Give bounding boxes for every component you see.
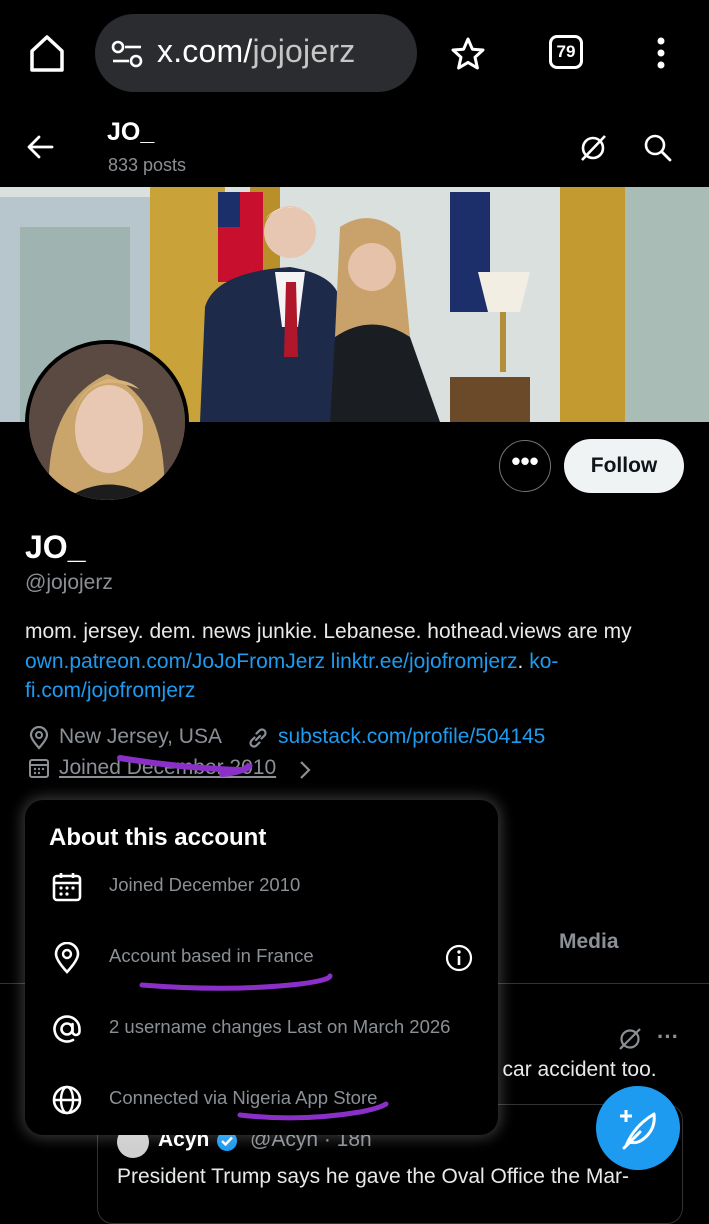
bookmark-star-button[interactable] [450, 36, 486, 72]
profile-bio: mom. jersey. dem. news junkie. Lebanese.… [25, 617, 685, 706]
grok-icon[interactable] [617, 1026, 643, 1052]
link-icon [246, 726, 270, 750]
header-title: JO_ [107, 118, 155, 146]
about-joined-text: Joined December 2010 [109, 874, 301, 895]
profile-website-link[interactable]: substack.com/profile/504145 [278, 725, 545, 749]
star-icon [451, 37, 485, 70]
compose-feather-icon [620, 1110, 656, 1150]
about-row-joined: Joined December 2010 [25, 857, 498, 917]
url-domain: x.com/ [157, 33, 253, 69]
about-connected-via-text: Connected via Nigeria App Store [109, 1087, 378, 1108]
post-count: 833 posts [108, 155, 187, 175]
home-button[interactable] [26, 32, 68, 74]
menu-dots-icon [657, 37, 665, 69]
popup-title: About this account [49, 824, 267, 851]
grok-icon [581, 135, 606, 161]
about-row-connected-via: Connected via Nigeria App Store [25, 1070, 498, 1130]
location-icon [28, 725, 50, 750]
profile-name: JO_ [25, 529, 86, 565]
search-icon [644, 134, 672, 162]
tweet-more-button[interactable]: ··· [657, 1024, 679, 1050]
home-icon [30, 35, 64, 72]
compose-post-button[interactable] [596, 1086, 680, 1170]
profile-avatar[interactable] [25, 340, 189, 504]
bio-dot: . [517, 649, 530, 673]
chevron-right-icon[interactable] [298, 760, 312, 780]
more-options-button[interactable]: ••• [499, 440, 551, 492]
quote-text: President Trump says he gave the Oval Of… [117, 1165, 630, 1188]
grok-button[interactable] [578, 133, 608, 163]
bio-text: mom. jersey. dem. news junkie. Lebanese.… [25, 620, 632, 643]
back-arrow-icon [27, 135, 54, 159]
bio-link-linktree[interactable]: linktr.ee/jojofromjerz [331, 650, 518, 673]
about-account-popup: About this account Joined December 2010 … [25, 800, 498, 1135]
location-icon [54, 942, 80, 974]
site-settings-icon[interactable] [111, 40, 143, 68]
tab-media[interactable]: Media [559, 930, 619, 954]
bio-link-patreon[interactable]: own.patreon.com/JoJoFromJerz [25, 650, 325, 673]
follow-button[interactable]: Follow [564, 439, 684, 493]
profile-joined-link[interactable]: Joined December 2010 [59, 756, 276, 780]
about-location-text: Account based in France [109, 945, 314, 966]
calendar-icon [28, 757, 50, 779]
url-text[interactable]: x.com/jojojerz [157, 33, 355, 70]
about-username-changes-text: 2 username changes Last on March 2026 [109, 1016, 451, 1037]
browser-menu-button[interactable] [652, 36, 670, 72]
calendar-icon [52, 873, 82, 902]
url-path: jojojerz [252, 33, 356, 69]
tweet-text: d car accident too. [485, 1058, 657, 1081]
at-sign-icon [53, 1015, 81, 1043]
tab-switcher-button[interactable]: 79 [549, 35, 583, 69]
info-icon[interactable] [445, 944, 473, 972]
globe-icon [52, 1085, 82, 1115]
back-button[interactable] [26, 134, 54, 160]
profile-handle: @jojojerz [25, 571, 113, 594]
about-row-location: Account based in France [25, 928, 498, 988]
about-row-username-changes: 2 username changes Last on March 2026 [25, 999, 498, 1059]
profile-location: New Jersey, USA [59, 725, 222, 748]
search-button[interactable] [643, 133, 673, 163]
